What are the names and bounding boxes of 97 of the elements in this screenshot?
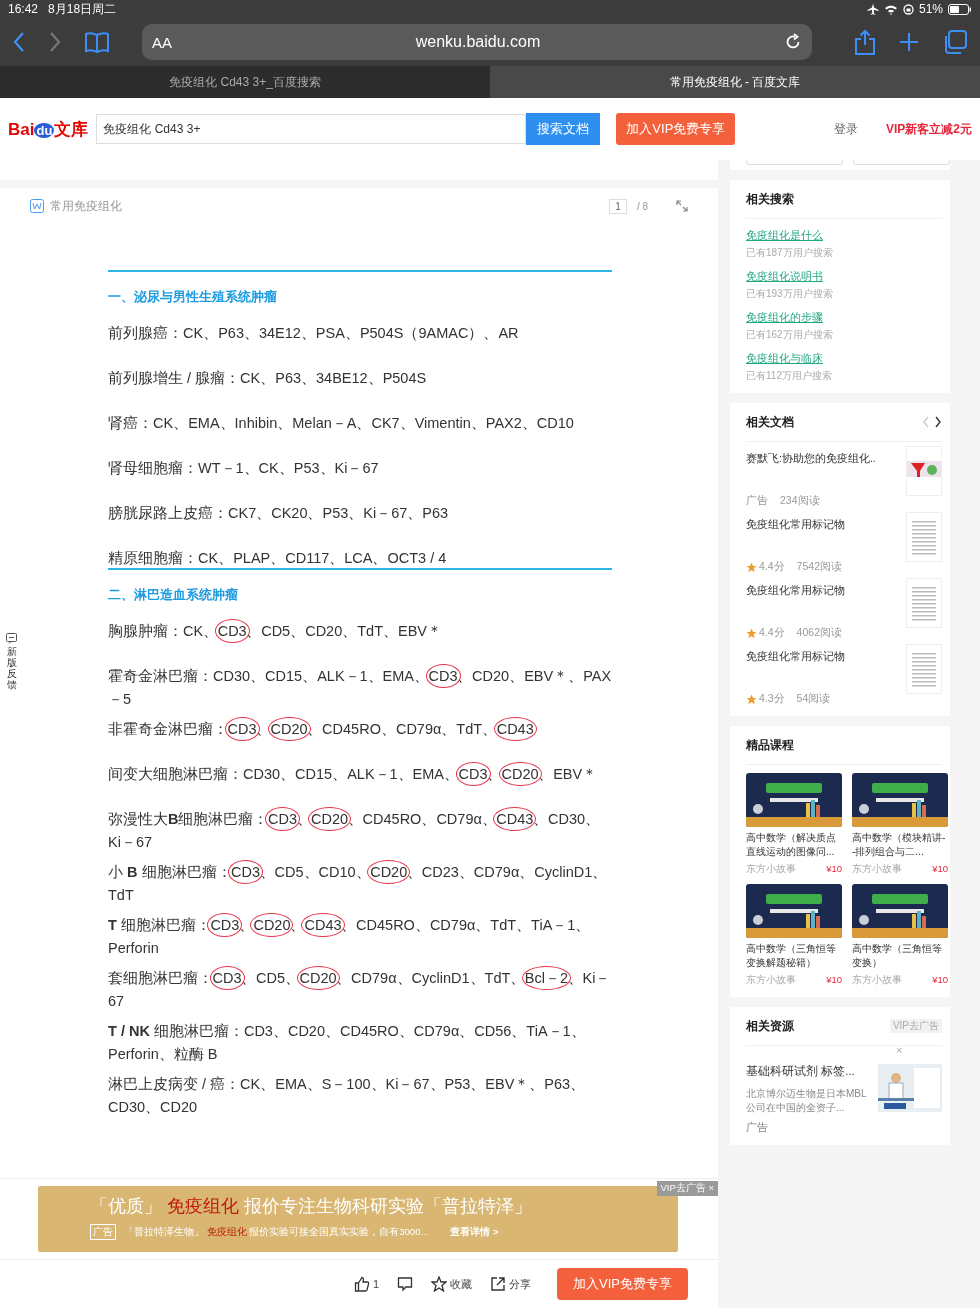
share-icon xyxy=(490,1276,507,1292)
page-count: / 8 xyxy=(636,200,648,212)
share-button[interactable]: 分享 xyxy=(488,1274,534,1294)
search-count: 已有187万用户搜索 xyxy=(746,246,834,260)
course-title[interactable]: 高中数学（三角恒等变换） xyxy=(852,942,948,970)
star-icon xyxy=(746,627,757,639)
address-bar[interactable]: AA wenku.baidu.com xyxy=(142,24,812,60)
login-link[interactable]: 登录 xyxy=(834,120,858,138)
course-author: 东方小故事 xyxy=(746,974,796,987)
rating: 4.3分 xyxy=(759,692,785,706)
course-author: 东方小故事 xyxy=(746,863,796,876)
wifi-icon xyxy=(883,3,898,15)
document-paragraph: T 细胞淋巴瘤：CD3、CD20、CD43、CD45RO、CD79α、TdT、TiA－1、Perforin xyxy=(108,910,612,963)
rotation-lock-icon xyxy=(902,3,914,15)
ad-tag: 广告 xyxy=(746,1121,872,1135)
read-count: 54阅读 xyxy=(796,692,831,706)
star-icon xyxy=(431,1276,448,1292)
document-title: 常用免疫组化 xyxy=(50,197,122,215)
document-paragraph: 胸腺肿瘤：CK、CD3、CD5、CD20、TdT、EBV＊ xyxy=(108,616,612,661)
search-count: 已有112万用户搜索 xyxy=(746,369,833,383)
search-count: 已有162万用户搜索 xyxy=(746,328,834,342)
document-paragraph: 套细胞淋巴瘤：CD3、CD5、CD20、CD79α、CyclinD1、TdT、Bcl－2、Ki－67 xyxy=(108,963,612,1016)
search-count: 已有193万用户搜索 xyxy=(746,287,834,301)
related-document-link[interactable]: 赛默飞:协助您的免疫组化.. xyxy=(746,452,906,466)
document-paragraph: 膀胱尿路上皮癌：CK7、CK20、P53、Ki－67、P63 xyxy=(108,504,450,523)
ad-headline: 「优质」 免疫组化 报价专注生物科研实验「普拉特泽」 xyxy=(90,1195,534,1218)
text-size-button[interactable]: AA xyxy=(152,33,172,51)
battery-icon xyxy=(948,3,972,15)
book-icon[interactable] xyxy=(84,31,110,53)
browser-tab[interactable]: 常用免疫组化 - 百度文库 xyxy=(490,66,980,98)
browser-tab[interactable]: 免疫组化 Cd43 3+_百度搜索 xyxy=(0,66,490,98)
share-icon[interactable] xyxy=(854,29,876,55)
battery-percent: 51% xyxy=(918,2,943,16)
card-title: 相关文档 xyxy=(746,413,794,431)
tabs-icon[interactable] xyxy=(942,30,968,54)
read-count: 7542阅读 xyxy=(796,560,842,574)
ad-tag: 广告 xyxy=(746,494,768,508)
forward-icon[interactable] xyxy=(48,31,62,53)
search-field[interactable]: 免疫组化 Cd43 3+ xyxy=(96,114,527,144)
related-document-link[interactable]: 免疫组化常用标记物 xyxy=(746,584,906,598)
site-logo[interactable]: Bai du文库 xyxy=(8,117,89,141)
document-paragraph: 肾癌：CK、EMA、Inhibin、Melan－A、CK7、Vimentin、PAX2、CD10 xyxy=(108,414,575,433)
course-price: ¥10 xyxy=(932,974,948,987)
comment-icon xyxy=(397,1276,414,1292)
course-author: 东方小故事 xyxy=(852,863,902,876)
document-paragraph: 肾母细胞瘤：WT－1、CK、P53、Ki－67 xyxy=(108,459,380,478)
course-author: 东方小故事 xyxy=(852,974,902,987)
related-document-link[interactable]: 免疫组化常用标记物 xyxy=(746,518,906,532)
thumbs-up-icon xyxy=(353,1276,370,1292)
star-icon xyxy=(746,561,757,573)
status-time: 16:42 xyxy=(8,2,39,16)
star-icon xyxy=(746,693,757,705)
document-paragraph: 前列腺癌：CK、P63、34E12、PSA、P504S（9AMAC）、AR xyxy=(108,324,520,343)
expand-icon[interactable] xyxy=(676,200,688,212)
document-paragraph: 小 B 细胞淋巴瘤：CD3、CD5、CD10、CD20、CD23、CD79α、CyclinD1、TdT xyxy=(108,857,612,910)
course-title[interactable]: 高中数学（模块精讲--排列组合与二... xyxy=(852,831,948,859)
feedback-link[interactable]: 新版反馈 xyxy=(6,646,17,690)
resource-description: 北京博尔迈生物是日本MBL公司在中国的全资子... xyxy=(746,1087,868,1115)
card-title: 相关搜索 xyxy=(746,190,794,208)
document-paragraph: 精原细胞瘤：CK、PLAP、CD117、LCA、OCT3 / 4 xyxy=(108,549,448,568)
next-icon[interactable] xyxy=(934,416,942,428)
rating: 4.4分 xyxy=(759,626,785,640)
status-date: 8月18日周二 xyxy=(48,0,117,18)
favorite-button[interactable]: 收藏 xyxy=(429,1274,475,1294)
course-price: ¥10 xyxy=(932,863,948,876)
document-paragraph: T / NK 细胞淋巴瘤：CD3、CD20、CD45RO、CD79α、CD56、TiA－1、Perforin、粒酶 B xyxy=(108,1022,587,1064)
airplane-icon xyxy=(866,3,879,15)
rating: 4.4分 xyxy=(759,560,785,574)
document-paragraph: 霍奇金淋巴瘤：CD30、CD15、ALK－1、EMA、CD3、CD20、EBV＊、PAX－5 xyxy=(108,661,612,714)
ad-tag: 广告 xyxy=(90,1224,116,1240)
feedback-icon[interactable] xyxy=(6,633,17,644)
card-title: 精品课程 xyxy=(746,736,794,754)
document-paragraph: 前列腺增生 / 腺瘤：CK、P63、34BE12、P504S xyxy=(108,369,428,388)
ad-description: 「普拉特泽生物」 免疫组化 报价实验可接全国真实实验，自有3000... xyxy=(124,1225,429,1239)
course-title[interactable]: 高中数学（三角恒等变换解题秘籍） xyxy=(746,942,842,970)
course-price: ¥10 xyxy=(826,863,842,876)
course-price: ¥10 xyxy=(826,974,842,987)
reload-icon[interactable] xyxy=(784,33,802,51)
related-document-link[interactable]: 免疫组化常用标记物 xyxy=(746,650,906,664)
document-paragraph: 弥漫性大B细胞淋巴瘤：CD3、CD20、CD45RO、CD79α、CD43、CD30、Ki－67 xyxy=(108,804,612,857)
resource-title[interactable]: 基础科研试剂 标签... xyxy=(746,1064,872,1079)
card-title: 相关资源 xyxy=(746,1017,794,1035)
promo-link[interactable]: VIP新客立减2元 xyxy=(886,120,972,138)
page-number-field[interactable]: 1 xyxy=(609,198,627,214)
read-count: 4062阅读 xyxy=(796,626,842,640)
plus-icon[interactable] xyxy=(898,31,920,53)
course-title[interactable]: 高中数学（解决质点直线运动的图像问... xyxy=(746,831,842,859)
section-heading: 二、淋巴造血系统肿瘤 xyxy=(108,568,612,612)
like-button[interactable]: 1 xyxy=(351,1274,382,1294)
document-paragraph: 间变大细胞淋巴瘤：CD30、CD15、ALK－1、EMA、CD3、CD20、EBV＊ xyxy=(108,759,612,804)
read-count: 234阅读 xyxy=(780,494,820,508)
back-icon[interactable] xyxy=(12,31,26,53)
word-document-icon xyxy=(30,199,44,213)
document-paragraph: 淋巴上皮病变 / 癌：CK、EMA、S－100、Ki－67、P53、EBV＊、P63、CD30、CD20 xyxy=(108,1075,587,1117)
url-text: wenku.baidu.com xyxy=(414,33,542,51)
section-heading: 一、泌尿与男性生殖系统肿瘤 xyxy=(108,270,612,314)
document-paragraph: 非霍奇金淋巴瘤：CD3、CD20、CD45RO、CD79α、TdT、CD43 xyxy=(108,714,612,759)
